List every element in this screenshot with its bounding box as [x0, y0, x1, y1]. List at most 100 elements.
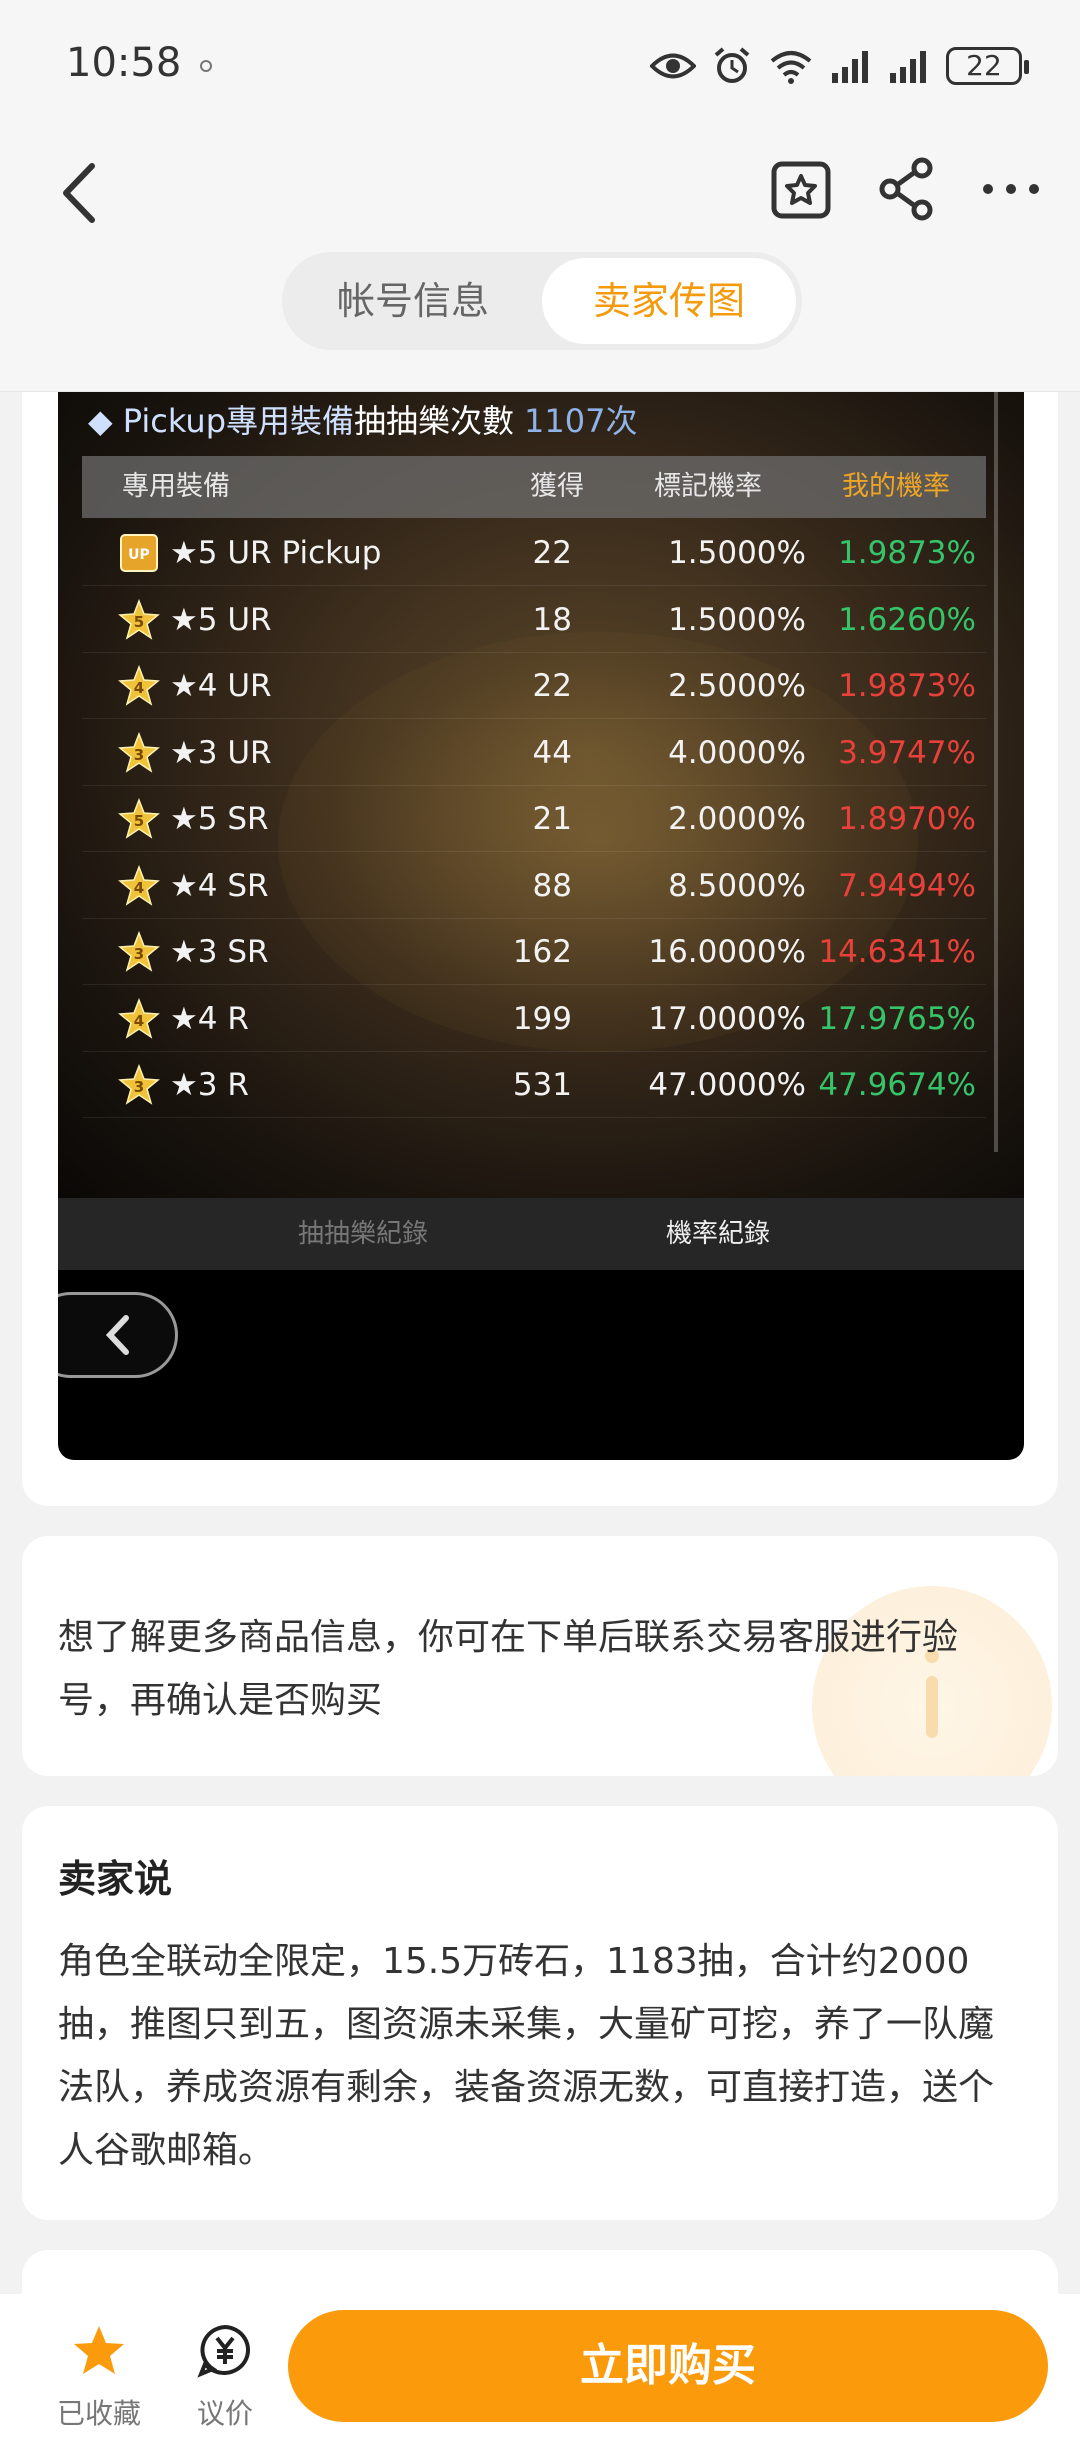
star-rank-badge-icon: 4 [118, 864, 160, 906]
table-row: 3 ★3 UR 44 4.0000% 3.9747% [82, 720, 986, 786]
svg-text:3: 3 [134, 945, 144, 963]
svg-text:UP: UP [128, 547, 150, 563]
notification-dot-icon [200, 60, 212, 72]
row-listed-rate: 2.5000% [668, 668, 806, 704]
seller-heading: 卖家说 [58, 1857, 173, 1901]
more-icon[interactable] [976, 154, 1046, 224]
screenshot-tab-rate-log: 機率紀錄 [666, 1219, 771, 1249]
screenshot-title-main: 抽抽樂次數 [354, 402, 515, 440]
favorite-button[interactable]: 已收藏 [44, 2324, 154, 2432]
star-filled-icon [74, 2326, 124, 2374]
bottom-bar: 已收藏 议价 立即购买 [0, 2294, 1080, 2438]
buy-now-button[interactable]: 立即购买 [288, 2310, 1048, 2422]
battery-icon: 22 [946, 47, 1029, 85]
row-obtained-count: 199 [512, 1000, 572, 1037]
screenshot-tab-draw-log: 抽抽樂紀錄 [298, 1219, 429, 1249]
svg-text:4: 4 [134, 879, 144, 897]
row-obtained-count: 531 [512, 1067, 572, 1103]
notice-card: 想了解更多商品信息，你可在下单后联系交易客服进行验号，再确认是否购买 [22, 1536, 1058, 1776]
share-icon[interactable] [872, 154, 942, 224]
screenshot-tabs: 抽抽樂紀錄 機率紀錄 [58, 1198, 1024, 1270]
signal-2-icon [890, 51, 926, 83]
svg-text:5: 5 [134, 613, 144, 631]
screenshot-title-prefix: ◆ Pickup專用裝備 [88, 402, 355, 440]
table-row: UP ★5 UR Pickup 22 1.5000% 1.9873% [82, 520, 986, 586]
segment-tabs: 帐号信息 卖家传图 [282, 252, 802, 350]
bargain-yen-icon [197, 2324, 251, 2378]
row-obtained-count: 22 [532, 535, 572, 571]
row-obtained-count: 21 [532, 801, 572, 837]
row-listed-rate: 4.0000% [668, 734, 806, 771]
chevron-left-icon [105, 1315, 129, 1355]
svg-text:3: 3 [134, 1078, 144, 1096]
seller-image-card: ◆ Pickup專用裝備抽抽樂次數 1107次 專用裝備 獲得 標記機率 我的機率… [22, 392, 1058, 1506]
favorite-label: 已收藏 [56, 2397, 141, 2430]
screenshot-back-button [58, 1292, 178, 1378]
pickup-badge-icon: UP [120, 534, 158, 572]
row-my-rate: 1.6260% [838, 601, 976, 638]
row-my-rate: 1.9873% [838, 535, 976, 571]
svg-text:4: 4 [134, 1012, 144, 1030]
eye-icon [650, 53, 696, 79]
row-my-rate: 1.8970% [838, 801, 976, 837]
back-arrow-icon[interactable] [52, 158, 112, 228]
column-header-my-rate: 我的機率 [842, 471, 950, 502]
star-rank-badge-icon: 3 [118, 931, 160, 972]
row-equipment-name: ★5 SR [170, 801, 269, 837]
notice-text: 想了解更多商品信息，你可在下单后联系交易客服进行验号，再确认是否购买 [58, 1617, 959, 1721]
row-obtained-count: 162 [512, 934, 572, 970]
row-listed-rate: 8.5000% [668, 867, 806, 904]
table-row: 4 ★4 SR 88 8.5000% 7.9494% [82, 853, 986, 919]
row-obtained-count: 88 [532, 867, 572, 904]
table-row: 4 ★4 R 199 17.0000% 17.9765% [82, 986, 986, 1052]
row-my-rate: 17.9765% [818, 1000, 976, 1037]
row-my-rate: 47.9674% [818, 1067, 976, 1103]
star-rank-badge-icon: 3 [118, 731, 160, 773]
tab-account-info[interactable]: 帐号信息 [288, 258, 538, 344]
column-header-obtained: 獲得 [530, 471, 584, 502]
row-my-rate: 1.9873% [838, 668, 976, 704]
table-row: 3 ★3 R 531 47.0000% 47.9674% [82, 1052, 986, 1118]
seller-screenshot[interactable]: ◆ Pickup專用裝備抽抽樂次數 1107次 專用裝備 獲得 標記機率 我的機率… [58, 392, 1024, 1460]
row-equipment-name: ★4 UR [170, 668, 272, 704]
table-row: 5 ★5 SR 21 2.0000% 1.8970% [82, 786, 986, 852]
table-header: 專用裝備 獲得 標記機率 我的機率 [82, 456, 986, 518]
wifi-icon [770, 51, 812, 84]
row-obtained-count: 44 [532, 734, 572, 771]
screenshot-title-count: 1107次 [524, 402, 638, 440]
svg-text:3: 3 [134, 746, 144, 764]
svg-text:5: 5 [134, 812, 144, 830]
row-equipment-name: ★5 UR [170, 601, 272, 638]
row-obtained-count: 22 [532, 668, 572, 704]
signal-1-icon [832, 51, 868, 83]
table-row: 5 ★5 UR 18 1.5000% 1.6260% [82, 587, 986, 653]
row-listed-rate: 47.0000% [648, 1067, 806, 1103]
screenshot-scrollbar [994, 392, 998, 1152]
row-my-rate: 14.6341% [818, 934, 976, 970]
tab-seller-images[interactable]: 卖家传图 [542, 258, 796, 344]
row-listed-rate: 16.0000% [648, 934, 806, 970]
row-listed-rate: 1.5000% [668, 601, 806, 638]
star-rank-badge-icon: 5 [118, 598, 160, 640]
row-listed-rate: 1.5000% [668, 535, 806, 571]
alarm-icon [714, 47, 750, 83]
bargain-label: 议价 [196, 2397, 253, 2430]
star-rank-badge-icon: 4 [118, 997, 160, 1039]
favorite-star-icon[interactable] [768, 154, 838, 224]
table-row: 3 ★3 SR 162 16.0000% 14.6341% [82, 919, 986, 985]
seller-description-card: 卖家说 角色全联动全限定，15.5万砖石，1183抽，合计约2000抽，推图只到… [22, 1806, 1058, 2220]
row-equipment-name: ★5 UR Pickup [170, 535, 382, 571]
screenshot-title: ◆ Pickup專用裝備抽抽樂次數 1107次 [88, 396, 637, 442]
table-row: 4 ★4 UR 22 2.5000% 1.9873% [82, 653, 986, 719]
seller-text: 角色全联动全限定，15.5万砖石，1183抽，合计约2000抽，推图只到五，图资… [58, 1941, 995, 2171]
row-equipment-name: ★4 SR [170, 867, 269, 904]
bargain-button[interactable]: 议价 [170, 2324, 280, 2432]
status-icons: 22 [650, 40, 1029, 92]
row-equipment-name: ★3 SR [170, 934, 269, 970]
column-header-listed-rate: 標記機率 [654, 471, 762, 502]
row-listed-rate: 2.0000% [668, 801, 806, 837]
row-equipment-name: ★3 R [170, 1067, 249, 1103]
row-equipment-name: ★4 R [170, 1000, 249, 1037]
row-obtained-count: 18 [532, 601, 572, 638]
row-my-rate: 3.9747% [838, 734, 976, 771]
